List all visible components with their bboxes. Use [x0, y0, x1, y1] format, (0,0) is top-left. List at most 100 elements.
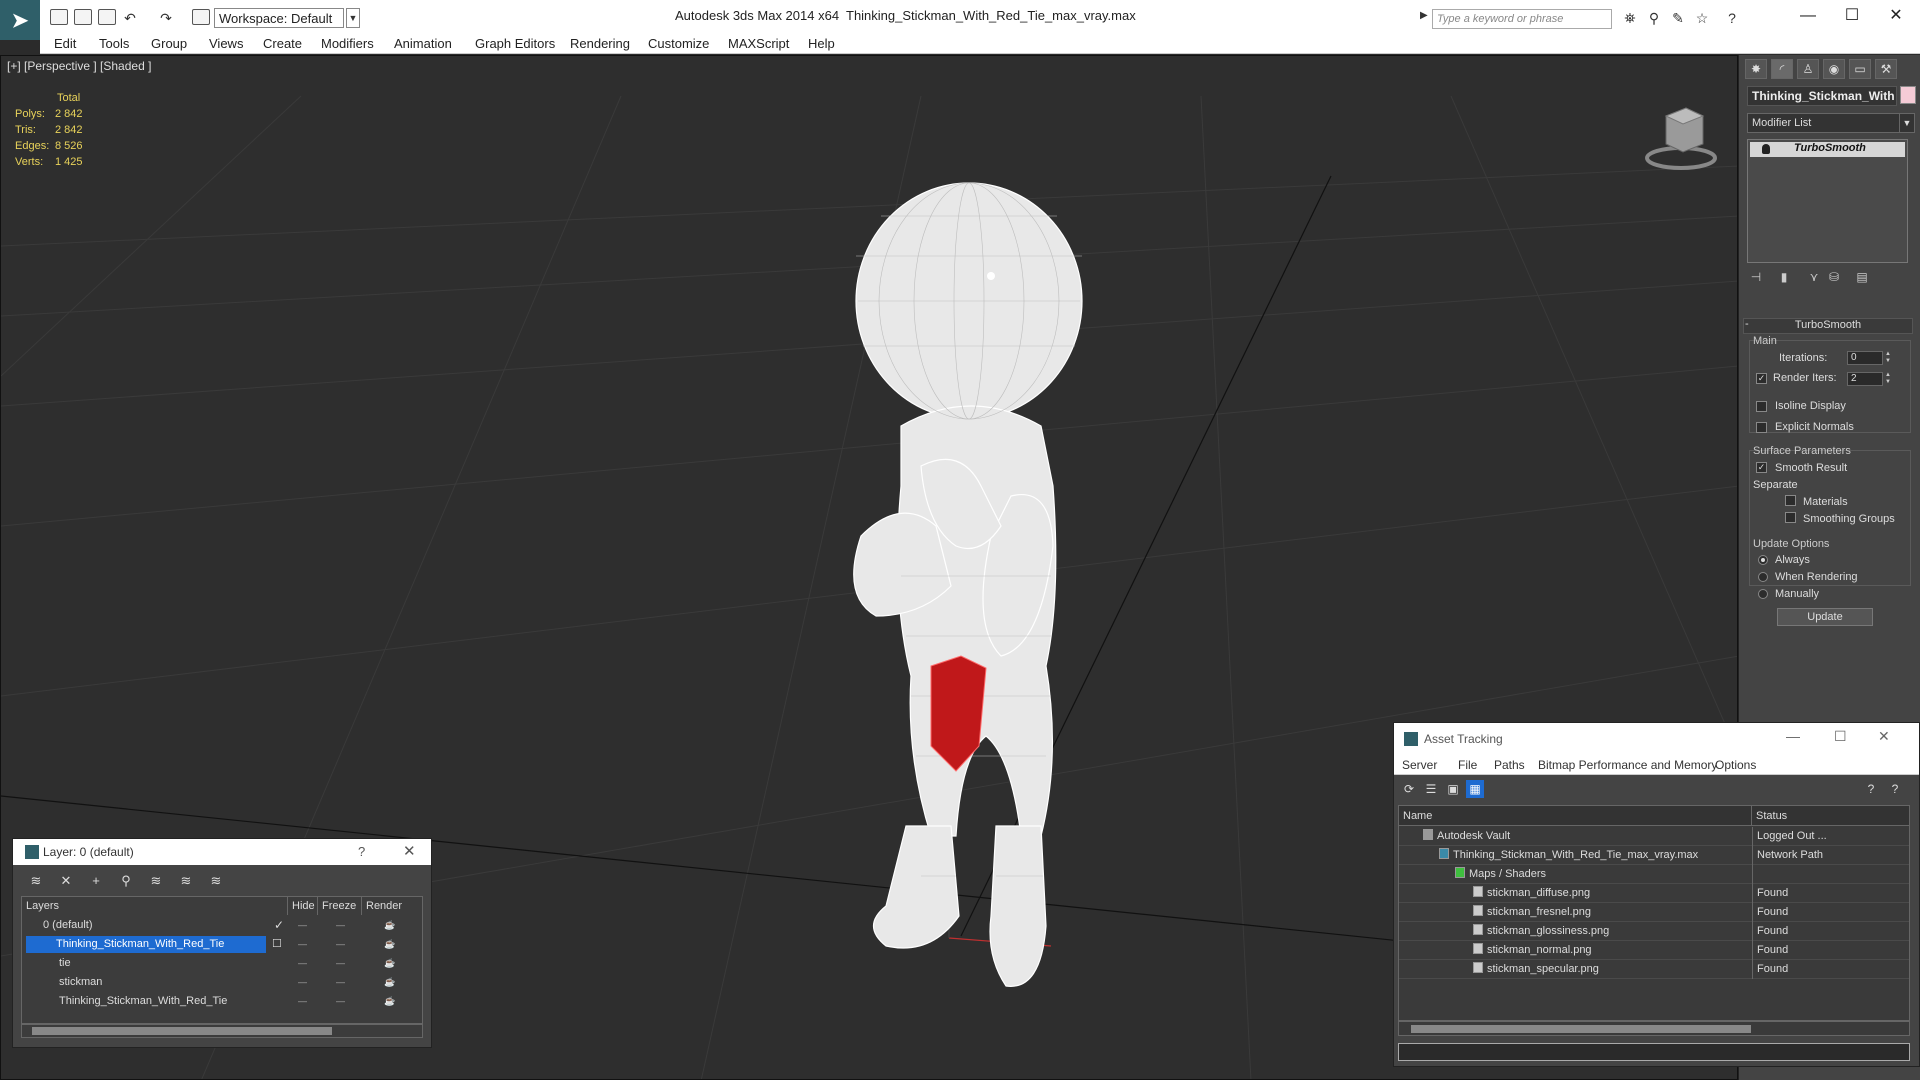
menu-tools[interactable]: Tools	[99, 36, 129, 51]
render-teapot-icon[interactable]: ☕	[384, 916, 395, 935]
horizontal-scrollbar[interactable]	[1398, 1021, 1910, 1036]
undo-icon[interactable]: ↶	[122, 10, 138, 26]
delete-layer-icon[interactable]: ✕	[57, 873, 75, 889]
menu-file[interactable]: File	[1458, 758, 1477, 772]
horizontal-scrollbar[interactable]	[21, 1024, 423, 1038]
redo-icon[interactable]: ↷	[158, 10, 174, 26]
help-icon[interactable]: ?	[1862, 780, 1880, 798]
scrollbar-thumb[interactable]	[1411, 1025, 1751, 1033]
modify-tab-icon[interactable]: ◜	[1771, 59, 1793, 79]
column-header-layers[interactable]: Layers	[22, 897, 288, 915]
close-icon[interactable]: ✕	[1878, 728, 1890, 745]
menu-graph-editors[interactable]: Graph Editors	[475, 36, 555, 51]
open-file-icon[interactable]	[74, 9, 92, 25]
layer-dialog-titlebar[interactable]: Layer: 0 (default) ? ✕	[13, 839, 431, 865]
when-rendering-radio[interactable]	[1758, 572, 1768, 582]
materials-checkbox[interactable]	[1785, 495, 1796, 506]
menu-create[interactable]: Create	[263, 36, 302, 51]
menu-server[interactable]: Server	[1402, 758, 1437, 772]
smoothing-groups-checkbox[interactable]	[1785, 512, 1796, 523]
add-layer-icon[interactable]: +	[87, 873, 105, 889]
freeze-all-layers-icon[interactable]: ≋	[207, 873, 225, 889]
highlight-layer-icon[interactable]: ≋	[147, 873, 165, 889]
pin-stack-icon[interactable]: ⊣	[1747, 270, 1765, 288]
lightbulb-icon[interactable]	[1762, 144, 1770, 154]
chevron-down-icon[interactable]: ▼	[346, 8, 360, 28]
freeze-toggle[interactable]: —	[336, 973, 345, 992]
display-tab-icon[interactable]: ▭	[1849, 59, 1871, 79]
collapse-rollout-icon[interactable]: -	[1745, 318, 1749, 330]
column-header-name[interactable]: Name	[1399, 806, 1752, 826]
help-icon[interactable]: ?	[358, 844, 365, 859]
maximize-icon[interactable]: ☐	[1832, 4, 1872, 28]
minimize-icon[interactable]: —	[1788, 4, 1828, 28]
spinner-arrows-icon[interactable]: ▲ ▼	[1885, 351, 1893, 365]
layer-row[interactable]: tie — — ☕	[22, 954, 422, 973]
freeze-toggle[interactable]: —	[336, 935, 345, 954]
spinner-arrows-icon[interactable]: ▲ ▼	[1885, 372, 1893, 386]
isoline-display-checkbox[interactable]	[1756, 401, 1767, 412]
table-view-icon[interactable]: ▦	[1466, 780, 1484, 798]
asset-dialog-titlebar[interactable]: Asset Tracking — ☐ ✕	[1394, 723, 1919, 755]
freeze-toggle[interactable]: —	[336, 954, 345, 973]
chevron-down-icon[interactable]: ▼	[1899, 113, 1915, 133]
save-file-icon[interactable]	[98, 9, 116, 25]
app-logo-button[interactable]: ➤	[0, 0, 40, 40]
update-button[interactable]: Update	[1777, 608, 1873, 626]
object-name-field[interactable]: Thinking_Stickman_With	[1747, 86, 1897, 106]
set-current-box-icon[interactable]: ☐	[272, 935, 282, 954]
search-expand-icon[interactable]: ▶	[1420, 10, 1428, 21]
rollout-title[interactable]: TurboSmooth	[1743, 318, 1913, 334]
menu-customize[interactable]: Customize	[648, 36, 709, 51]
maximize-icon[interactable]: ☐	[1834, 728, 1847, 745]
modifier-list-select[interactable]: Modifier List	[1747, 113, 1907, 133]
manually-radio[interactable]	[1758, 589, 1768, 599]
asset-row[interactable]: Autodesk Vault Logged Out ...	[1399, 827, 1909, 846]
hide-toggle[interactable]: —	[298, 973, 307, 992]
create-tab-icon[interactable]: ✸	[1745, 59, 1767, 79]
column-header-hide[interactable]: Hide	[288, 897, 318, 915]
close-icon[interactable]: ✕	[1876, 4, 1916, 28]
select-objects-icon[interactable]: ⚲	[117, 873, 135, 889]
menu-edit[interactable]: Edit	[54, 36, 76, 51]
hide-all-layers-icon[interactable]: ≋	[177, 873, 195, 889]
utilities-tab-icon[interactable]: ⚒	[1875, 59, 1897, 79]
help-icon[interactable]: ?	[1724, 10, 1740, 26]
render-teapot-icon[interactable]: ☕	[384, 992, 395, 1011]
stack-item-turbosmooth[interactable]: TurboSmooth	[1750, 142, 1905, 157]
hide-toggle[interactable]: —	[298, 935, 307, 954]
project-folder-icon[interactable]	[192, 9, 210, 25]
menu-group[interactable]: Group	[151, 36, 187, 51]
menu-views[interactable]: Views	[209, 36, 243, 51]
communication-icon[interactable]: ✎	[1670, 10, 1686, 26]
menu-help[interactable]: Help	[808, 36, 835, 51]
always-radio[interactable]	[1758, 555, 1768, 565]
object-color-swatch[interactable]	[1900, 86, 1916, 104]
menu-bitmap-performance[interactable]: Bitmap Performance and Memory	[1538, 758, 1717, 772]
show-end-result-icon[interactable]: ▮	[1775, 270, 1793, 288]
layers-icon[interactable]: ≋	[27, 873, 45, 889]
render-teapot-icon[interactable]: ☕	[384, 973, 395, 992]
scrollbar-thumb[interactable]	[32, 1027, 332, 1035]
explicit-normals-checkbox[interactable]	[1756, 422, 1767, 433]
smooth-result-checkbox[interactable]: ✓	[1756, 462, 1767, 473]
hierarchy-tab-icon[interactable]: ♙	[1797, 59, 1819, 79]
layer-row[interactable]: stickman — — ☕	[22, 973, 422, 992]
motion-tab-icon[interactable]: ◉	[1823, 59, 1845, 79]
favorites-star-icon[interactable]: ☆	[1694, 10, 1710, 26]
menu-options[interactable]: Options	[1715, 758, 1756, 772]
freeze-toggle[interactable]: —	[336, 992, 345, 1011]
minimize-icon[interactable]: —	[1786, 728, 1800, 744]
column-header-freeze[interactable]: Freeze	[318, 897, 362, 915]
close-icon[interactable]: ✕	[403, 842, 416, 860]
freeze-toggle[interactable]: —	[336, 916, 345, 935]
hide-toggle[interactable]: —	[298, 916, 307, 935]
asset-row[interactable]: Thinking_Stickman_With_Red_Tie_max_vray.…	[1399, 846, 1909, 865]
viewcube-icon[interactable]	[1641, 86, 1721, 176]
asset-row[interactable]: stickman_specular.png Found	[1399, 960, 1909, 979]
render-teapot-icon[interactable]: ☕	[384, 935, 395, 954]
render-teapot-icon[interactable]: ☕	[384, 954, 395, 973]
hide-toggle[interactable]: —	[298, 992, 307, 1011]
asset-row[interactable]: stickman_glossiness.png Found	[1399, 922, 1909, 941]
menu-animation[interactable]: Animation	[394, 36, 452, 51]
